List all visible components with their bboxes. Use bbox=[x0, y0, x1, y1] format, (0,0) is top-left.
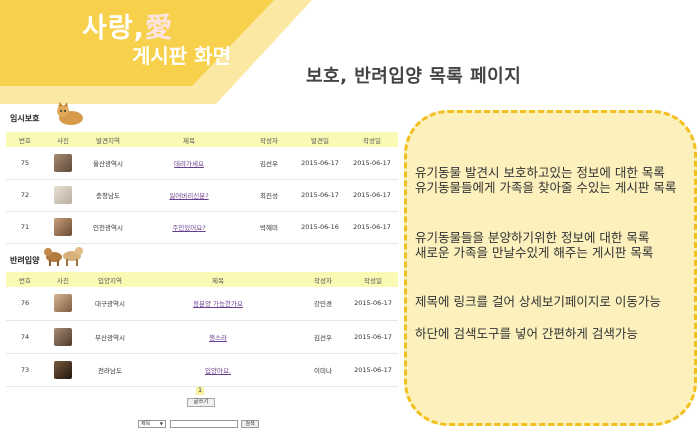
row-photo[interactable] bbox=[44, 147, 82, 180]
table-row: 74 부산광역시 행스라 김선우 2015-06-17 bbox=[6, 320, 398, 354]
row-author: 박혜미 bbox=[244, 211, 294, 244]
col-header: 사진 bbox=[44, 132, 82, 147]
slide: 사랑,愛 게시판 화면 보호, 반려입양 목록 페이지 임시보호 번호 사진 발… bbox=[0, 0, 700, 437]
row-author: 이미나 bbox=[298, 353, 348, 387]
row-region: 충청남도 bbox=[82, 179, 134, 212]
adoption-table: 번호 사진 입양지역 제목 작성자 작성일 76 대구광역시 정분양 가능한가요… bbox=[6, 272, 398, 387]
row-found-date: 2015-06-17 bbox=[294, 147, 346, 180]
chevron-down-icon: ▼ bbox=[159, 421, 163, 426]
col-header: 번호 bbox=[6, 272, 44, 287]
row-number: 71 bbox=[6, 211, 44, 244]
table-row: 71 인천광역시 주인있어요? 박혜미 2015-06-16 2015-06-1… bbox=[6, 211, 398, 244]
temp-protect-table: 번호 사진 발견지역 제목 작성자 발견일 작성일 75 울산광역시 데려가세요… bbox=[6, 132, 398, 244]
search-field-select[interactable]: 제목 ▼ bbox=[138, 420, 166, 428]
row-region: 부산광역시 bbox=[82, 320, 138, 354]
col-header: 작성일 bbox=[348, 272, 398, 287]
row-written-date: 2015-06-17 bbox=[346, 147, 398, 180]
pet-photo[interactable] bbox=[54, 327, 72, 346]
row-written-date: 2015-06-17 bbox=[346, 211, 398, 244]
col-header: 번호 bbox=[6, 132, 44, 147]
col-header: 사진 bbox=[44, 272, 82, 287]
row-region: 대구광역시 bbox=[82, 287, 138, 321]
row-number: 73 bbox=[6, 353, 44, 387]
pet-photo[interactable] bbox=[54, 153, 72, 172]
page-title: 보호, 반려입양 목록 페이지 bbox=[306, 66, 522, 87]
row-region: 인천광역시 bbox=[82, 211, 134, 244]
note-line: 유기동물들에게 가족을 찾아줄 수있는 게시판 목록 bbox=[415, 180, 677, 195]
row-title-link[interactable]: 행스라 bbox=[138, 320, 298, 354]
row-title-link[interactable]: 정분양 가능한가요 bbox=[138, 287, 298, 321]
row-title-link[interactable]: 입양아요. bbox=[138, 353, 298, 387]
row-written-date: 2015-06-17 bbox=[346, 179, 398, 212]
board-screenshot: 임시보호 번호 사진 발견지역 제목 작성자 발견일 작성일 75 울산광역시 … bbox=[6, 102, 398, 434]
col-header: 제목 bbox=[134, 132, 244, 147]
dog-icon bbox=[44, 247, 83, 266]
pet-photo[interactable] bbox=[54, 360, 72, 379]
row-region: 울산광역시 bbox=[82, 147, 134, 180]
search-select-value: 제목 bbox=[141, 421, 151, 427]
table-row: 75 울산광역시 데려가세요 김선우 2015-06-17 2015-06-17 bbox=[6, 147, 398, 180]
note-line: 제목에 링크를 걸어 상세보기페이지로 이동가능 bbox=[415, 294, 661, 309]
adopt-table-header: 번호 사진 입양지역 제목 작성자 작성일 bbox=[6, 272, 398, 287]
col-header: 제목 bbox=[138, 272, 298, 287]
col-header: 작성자 bbox=[298, 272, 348, 287]
temp-table-header: 번호 사진 발견지역 제목 작성자 발견일 작성일 bbox=[6, 132, 398, 147]
row-written-date: 2015-06-17 bbox=[348, 353, 398, 387]
adopt-section-label: 반려입양 bbox=[10, 256, 40, 265]
slide-subtitle: 게시판 화면 bbox=[132, 44, 231, 68]
row-author: 김선우 bbox=[244, 147, 294, 180]
col-header: 작성자 bbox=[244, 132, 294, 147]
search-input[interactable] bbox=[170, 420, 238, 428]
row-photo[interactable] bbox=[44, 320, 82, 354]
row-written-date: 2015-06-17 bbox=[348, 320, 398, 354]
row-author: 김선우 bbox=[298, 320, 348, 354]
page-number-1[interactable]: 1 bbox=[196, 387, 204, 395]
temp-section-header: 임시보호 bbox=[8, 102, 128, 126]
description-callout: 유기동물 발견시 보호하고있는 정보에 대한 목록 유기동물들에게 가족을 찾아… bbox=[404, 110, 697, 426]
row-region: 전라남도 bbox=[82, 353, 138, 387]
row-author: 최진성 bbox=[244, 179, 294, 212]
row-number: 75 bbox=[6, 147, 44, 180]
pet-photo[interactable] bbox=[54, 294, 72, 313]
pet-photo[interactable] bbox=[54, 218, 72, 236]
write-button[interactable]: 글쓰기 bbox=[187, 398, 215, 407]
row-found-date: 2015-06-17 bbox=[294, 179, 346, 212]
table-row: 76 대구광역시 정분양 가능한가요 강민경 2015-06-17 bbox=[6, 287, 398, 321]
row-number: 74 bbox=[6, 320, 44, 354]
row-title-link[interactable]: 데려가세요 bbox=[134, 147, 244, 180]
note-line: 하단에 검색도구를 넣어 간편하게 검색가능 bbox=[415, 326, 638, 341]
col-header: 발견일 bbox=[294, 132, 346, 147]
row-photo[interactable] bbox=[44, 353, 82, 387]
row-written-date: 2015-06-17 bbox=[348, 287, 398, 321]
col-header: 발견지역 bbox=[82, 132, 134, 147]
row-number: 76 bbox=[6, 287, 44, 321]
table-row: 73 전라남도 입양아요. 이미나 2015-06-17 bbox=[6, 353, 398, 387]
adopt-section-header: 반려입양 bbox=[8, 246, 128, 268]
note-line: 새로운 가족을 만날수있게 해주는 게시판 목록 bbox=[415, 245, 654, 260]
row-photo[interactable] bbox=[44, 179, 82, 212]
cat-icon bbox=[57, 102, 83, 125]
pet-photo[interactable] bbox=[54, 186, 72, 204]
col-header: 입양지역 bbox=[82, 272, 138, 287]
table-row: 72 충청남도 잃어버리신분? 최진성 2015-06-17 2015-06-1… bbox=[6, 179, 398, 212]
note-line: 유기동물들을 분양하기위한 정보에 대한 목록 bbox=[415, 230, 650, 245]
row-author: 강민경 bbox=[298, 287, 348, 321]
row-number: 72 bbox=[6, 179, 44, 212]
temp-section-label: 임시보호 bbox=[10, 114, 40, 123]
row-found-date: 2015-06-16 bbox=[294, 211, 346, 244]
col-header: 작성일 bbox=[346, 132, 398, 147]
row-title-link[interactable]: 잃어버리신분? bbox=[134, 179, 244, 212]
search-button[interactable]: 검색 bbox=[241, 420, 259, 428]
row-photo[interactable] bbox=[44, 211, 82, 244]
row-title-link[interactable]: 주인있어요? bbox=[134, 211, 244, 244]
row-photo[interactable] bbox=[44, 287, 82, 321]
note-line: 유기동물 발견시 보호하고있는 정보에 대한 목록 bbox=[415, 165, 665, 180]
